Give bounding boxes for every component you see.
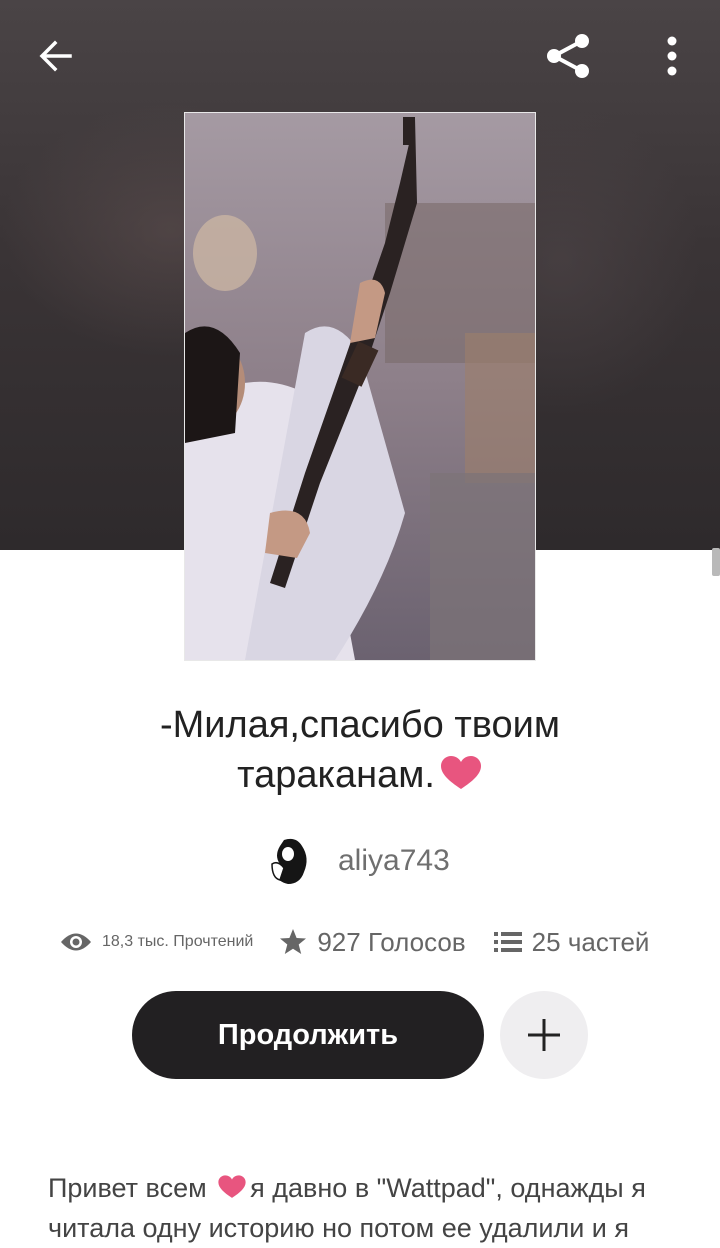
share-button[interactable] — [538, 26, 598, 86]
heart-emoji — [440, 756, 481, 789]
arrow-left-icon — [39, 40, 72, 72]
avatar — [267, 837, 315, 885]
story-title: -Милая,спасибо твоим тараканам. — [159, 704, 561, 796]
heart-emoji — [218, 1175, 246, 1198]
description-text-start: Привет всем — [48, 1173, 215, 1203]
parts-stat[interactable]: 25 частей — [493, 926, 650, 958]
plus-icon — [528, 1019, 560, 1051]
reads-stat: 18,3 тыс. Прочтений — [60, 931, 253, 953]
continue-label: Продолжить — [217, 1018, 399, 1051]
share-icon — [547, 34, 589, 78]
reads-count: 18,3 тыс. Прочтений — [102, 933, 254, 950]
scrollbar[interactable] — [712, 548, 720, 576]
author-link[interactable]: aliya743 — [266, 832, 450, 890]
book-cover-image — [185, 113, 535, 660]
back-button[interactable] — [26, 26, 86, 86]
votes-count: 927 Голосов — [317, 926, 466, 957]
eye-icon — [61, 933, 91, 951]
book-cover[interactable] — [184, 112, 536, 661]
votes-stat: 927 Голосов — [279, 926, 466, 958]
add-to-library-button[interactable] — [500, 991, 588, 1079]
story-description: Привет всем я давно в "Wattpad", однажды… — [48, 1168, 678, 1248]
list-icon — [493, 932, 522, 952]
more-vertical-icon — [667, 36, 677, 76]
story-stats: 18,3 тыс. Прочтений 927 Голосов 25 часте… — [60, 920, 680, 964]
continue-reading-button[interactable]: Продолжить — [132, 991, 484, 1079]
author-name: aliya743 — [338, 844, 450, 877]
parts-count: 25 частей — [531, 926, 650, 957]
more-options-button[interactable] — [642, 26, 702, 86]
story-title-block: -Милая,спасибо твоим тараканам. — [60, 700, 660, 800]
star-icon — [280, 929, 307, 954]
